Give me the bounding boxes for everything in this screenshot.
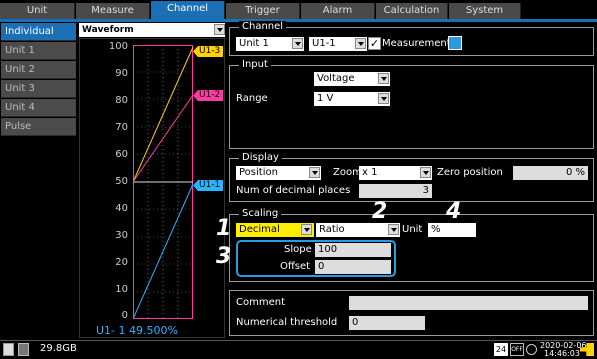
chevron-down-icon[interactable] — [355, 38, 366, 49]
threshold-label: Numerical threshold — [236, 317, 338, 328]
unit-label: Unit — [402, 224, 423, 235]
ytick: 100 — [108, 41, 128, 52]
scaling-title: Scaling — [239, 208, 282, 220]
channel-marker-u1-1: U1-1 — [193, 180, 224, 191]
zoom-label: Zoom — [333, 167, 362, 178]
comment-label: Comment — [236, 297, 285, 308]
callout-1: 1 — [216, 216, 232, 241]
nav-unit-3[interactable]: Unit 3 — [1, 80, 76, 98]
measurement-checkbox[interactable]: ✓ — [368, 37, 381, 50]
comment-field[interactable] — [349, 296, 588, 310]
chevron-down-icon[interactable] — [292, 38, 303, 49]
status-time: 14:46:03 — [544, 349, 580, 358]
trace-u1-2 — [133, 94, 193, 183]
tab-trigger[interactable]: Trigger — [226, 3, 300, 19]
tab-calculation[interactable]: Calculation — [376, 3, 448, 19]
cursor-readout: U1- 1 49.500% — [96, 324, 178, 337]
waveform-plot — [133, 45, 193, 319]
decimal-places-label: Num of decimal places — [236, 185, 351, 196]
channel-marker-u1-3: U1-3 — [193, 46, 224, 57]
ytick: 40 — [115, 203, 128, 214]
display-title: Display — [239, 152, 282, 164]
tab-measure[interactable]: Measure — [76, 3, 150, 19]
input-panel: Input — [229, 59, 594, 149]
callout-2: 2 — [372, 199, 388, 224]
ytick: 20 — [115, 257, 128, 268]
chevron-down-icon[interactable] — [301, 224, 312, 235]
chevron-down-icon[interactable] — [378, 93, 389, 104]
ytick: 70 — [115, 122, 128, 133]
ytick: 80 — [115, 95, 128, 106]
ytick: 90 — [115, 68, 128, 79]
callout-4: 4 — [446, 199, 462, 224]
chevron-down-icon[interactable] — [214, 24, 225, 35]
clock-icon — [526, 344, 537, 355]
waveform-select-label: Waveform — [82, 25, 134, 35]
callout-3: 3 — [216, 244, 232, 269]
chevron-down-icon[interactable] — [420, 167, 431, 178]
storage-capacity: 29.8GB — [40, 343, 77, 354]
nav-unit-1[interactable]: Unit 1 — [1, 42, 76, 60]
offset-label: Offset — [280, 261, 311, 272]
channel-marker-u1-2: U1-2 — [193, 90, 224, 101]
ytick: 10 — [115, 284, 128, 295]
off-indicator: OFF — [510, 343, 524, 356]
offset-field[interactable]: 0 — [315, 260, 391, 274]
status-badge: 24 — [494, 343, 508, 356]
sd-card-icon — [18, 343, 29, 356]
chevron-down-icon[interactable] — [378, 73, 389, 84]
tab-channel[interactable]: Channel — [151, 1, 225, 20]
ytick: 30 — [115, 230, 128, 241]
ytick: 60 — [115, 149, 128, 160]
zero-position-field[interactable]: 0 % — [513, 166, 588, 180]
tab-system[interactable]: System — [449, 3, 521, 19]
measurement-label: Measurement — [382, 38, 451, 49]
unit-field[interactable]: % — [428, 223, 476, 237]
range-label: Range — [236, 93, 268, 104]
ytick: 0 — [121, 310, 128, 321]
channel-title: Channel — [239, 21, 287, 33]
threshold-field[interactable]: 0 — [349, 316, 425, 330]
chevron-down-icon[interactable] — [309, 167, 320, 178]
slope-label: Slope — [284, 244, 312, 255]
zero-position-label: Zero position — [437, 167, 503, 178]
nav-unit-4[interactable]: Unit 4 — [1, 99, 76, 117]
storage-icon — [3, 343, 14, 356]
tab-unit[interactable]: Unit — [0, 3, 75, 19]
ytick: 50 — [115, 176, 128, 187]
chevron-down-icon[interactable] — [388, 224, 399, 235]
waveform-select[interactable]: Waveform — [79, 23, 225, 37]
channel-color-swatch[interactable] — [448, 36, 462, 50]
decimal-places-field[interactable]: 3 — [359, 184, 432, 198]
trace-u1-1 — [133, 183, 193, 319]
nav-individual[interactable]: Individual — [1, 23, 76, 41]
tab-alarm[interactable]: Alarm — [301, 3, 375, 19]
tab-underline — [0, 19, 597, 22]
nav-unit-2[interactable]: Unit 2 — [1, 61, 76, 79]
slope-field[interactable]: 100 — [315, 243, 391, 257]
nav-pulse[interactable]: Pulse — [1, 118, 76, 136]
input-title: Input — [239, 59, 271, 71]
